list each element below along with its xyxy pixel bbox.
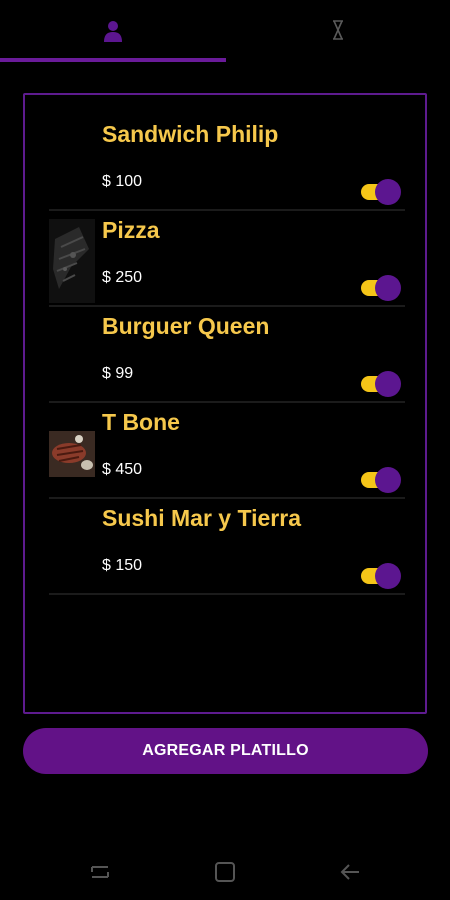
list-item[interactable]: T Bone $ 450 bbox=[49, 403, 405, 499]
system-nav-bar bbox=[0, 840, 450, 900]
divider bbox=[49, 593, 405, 595]
dish-thumbnail bbox=[49, 507, 95, 591]
back-icon[interactable] bbox=[337, 858, 365, 886]
add-dish-button[interactable]: AGREGAR PLATILLO bbox=[23, 728, 428, 774]
dish-name: Sushi Mar y Tierra bbox=[102, 505, 301, 531]
steak-photo bbox=[49, 411, 95, 495]
hourglass-icon bbox=[332, 20, 343, 40]
list-item[interactable]: Sushi Mar y Tierra $ 150 bbox=[49, 499, 405, 595]
list-item[interactable]: Pizza $ 250 bbox=[49, 211, 405, 307]
dish-name: Sandwich Philip bbox=[102, 121, 279, 147]
recents-icon[interactable] bbox=[86, 858, 114, 886]
dish-name: Pizza bbox=[102, 217, 160, 243]
dish-price: $ 250 bbox=[102, 269, 143, 286]
person-icon bbox=[103, 21, 122, 42]
availability-toggle[interactable] bbox=[359, 465, 403, 495]
tab-profile[interactable] bbox=[0, 0, 225, 62]
dish-price: $ 100 bbox=[102, 173, 143, 190]
tab-indicator bbox=[0, 58, 226, 62]
dish-list: Sandwich Philip $ 100 Pizza $ 250 Burgue… bbox=[23, 93, 427, 714]
dish-thumbnail bbox=[49, 315, 95, 399]
list-item[interactable]: Sandwich Philip $ 100 bbox=[49, 115, 405, 211]
availability-toggle[interactable] bbox=[359, 561, 403, 591]
screen: Sandwich Philip $ 100 Pizza $ 250 Burgue… bbox=[0, 0, 450, 900]
availability-toggle[interactable] bbox=[359, 369, 403, 399]
list-item[interactable]: Burguer Queen $ 99 bbox=[49, 307, 405, 403]
availability-toggle[interactable] bbox=[359, 273, 403, 303]
dish-price: $ 150 bbox=[102, 557, 143, 574]
home-icon[interactable] bbox=[211, 858, 239, 886]
tab-history[interactable] bbox=[225, 0, 450, 62]
dish-name: Burguer Queen bbox=[102, 313, 270, 339]
tab-bar bbox=[0, 0, 450, 62]
dish-name: T Bone bbox=[102, 409, 180, 435]
pizza-photo bbox=[49, 219, 95, 303]
availability-toggle[interactable] bbox=[359, 177, 403, 207]
dish-price: $ 99 bbox=[102, 365, 134, 382]
dish-price: $ 450 bbox=[102, 461, 143, 478]
dish-thumbnail bbox=[49, 123, 95, 207]
